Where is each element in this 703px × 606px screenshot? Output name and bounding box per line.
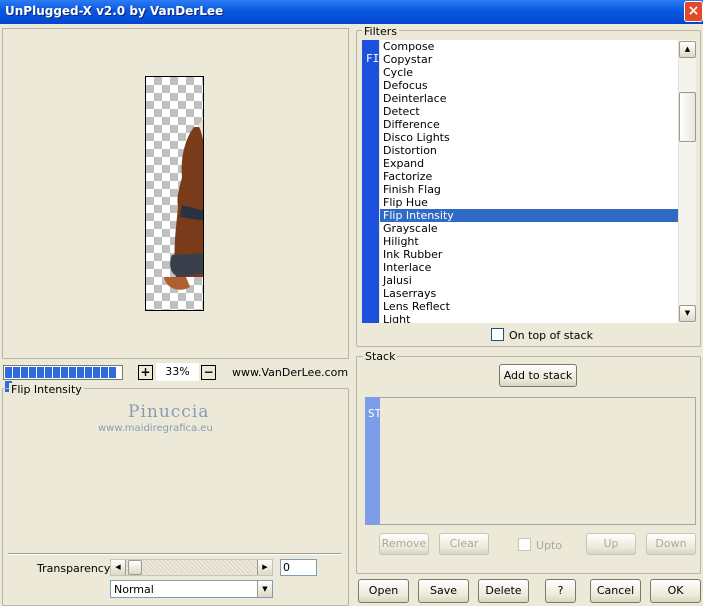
upto-checkbox[interactable] <box>518 538 531 551</box>
blend-mode-select[interactable]: Normal ▼ <box>110 580 273 598</box>
progress-segment <box>85 367 92 378</box>
slider-left-icon[interactable]: ◀ <box>111 560 126 575</box>
filter-item[interactable]: Interlace <box>380 261 678 274</box>
save-button[interactable]: Save <box>418 579 469 603</box>
progress-segment <box>101 367 108 378</box>
title-bar: UnPlugged-X v2.0 by VanDerLee × <box>0 0 703 24</box>
filter-item[interactable]: Ink Rubber <box>380 248 678 261</box>
strip-text: STACK <box>368 407 401 420</box>
filter-item[interactable]: Detect <box>380 105 678 118</box>
scroll-up-icon[interactable]: ▲ <box>679 41 696 58</box>
filter-item[interactable]: Finish Flag <box>380 183 678 196</box>
zoom-out-button[interactable]: − <box>201 365 216 380</box>
divider <box>8 553 341 555</box>
preview-image <box>145 76 204 311</box>
stack-label: Stack <box>363 350 398 363</box>
strip-text: FILTERS <box>366 52 412 65</box>
close-icon: × <box>687 3 700 19</box>
filter-item[interactable]: Expand <box>380 157 678 170</box>
filter-item[interactable]: Compose <box>380 40 678 53</box>
window-title: UnPlugged-X v2.0 by VanDerLee <box>5 4 224 18</box>
filter-item[interactable]: Hilight <box>380 235 678 248</box>
progress-segment <box>69 367 76 378</box>
ok-button[interactable]: OK <box>650 579 701 603</box>
up-button[interactable]: Up <box>586 533 636 555</box>
progress-segment <box>53 367 60 378</box>
clear-button[interactable]: Clear <box>439 533 489 555</box>
close-button[interactable]: × <box>684 1 703 22</box>
filter-item[interactable]: Lens Reflect <box>380 300 678 313</box>
filters-scrollbar[interactable]: ▲ ▼ <box>678 40 696 323</box>
open-button[interactable]: Open <box>358 579 409 603</box>
blend-mode-value: Normal <box>114 583 154 596</box>
filters-label: Filters <box>362 25 399 38</box>
filter-item[interactable]: Difference <box>380 118 678 131</box>
filters-list[interactable]: Compose Copystar Cycle Defocus Deinterlace De… <box>380 40 678 323</box>
filter-item[interactable]: Copystar <box>380 53 678 66</box>
cancel-button[interactable]: Cancel <box>590 579 641 603</box>
progress-segment <box>5 367 12 378</box>
filter-item[interactable]: Light <box>380 313 678 323</box>
progress-segment <box>21 367 28 378</box>
zoom-in-button[interactable]: + <box>138 365 153 380</box>
on-top-label: On top of stack <box>509 329 593 342</box>
filter-item[interactable]: Flip Hue <box>380 196 678 209</box>
filter-item[interactable]: Laserrays <box>380 287 678 300</box>
zoom-value: 33% <box>156 363 199 381</box>
filter-item[interactable]: Defocus <box>380 79 678 92</box>
slider-right-icon[interactable]: ▶ <box>257 560 272 575</box>
preview-figure <box>164 119 203 290</box>
filter-item[interactable]: Factorize <box>380 170 678 183</box>
filter-item[interactable]: Flip Intensity <box>380 209 678 222</box>
progress-segment <box>61 367 68 378</box>
on-top-checkbox[interactable] <box>491 328 504 341</box>
progress-segment <box>13 367 20 378</box>
progress-segment <box>77 367 84 378</box>
scroll-thumb[interactable] <box>679 92 696 142</box>
progress-segment <box>29 367 36 378</box>
transparency-label: Transparency <box>37 562 111 575</box>
website-link[interactable]: www.VanDerLee.com <box>232 366 348 379</box>
upto-label: Upto <box>536 539 563 552</box>
watermark-name: Pinuccia <box>128 402 210 422</box>
stack-strip: STACK <box>365 397 401 525</box>
filter-item[interactable]: Disco Lights <box>380 131 678 144</box>
transparency-slider[interactable]: ◀ ▶ <box>110 559 273 576</box>
progress-segment <box>45 367 52 378</box>
scroll-down-icon[interactable]: ▼ <box>679 305 696 322</box>
filter-item[interactable]: Grayscale <box>380 222 678 235</box>
transparency-input[interactable]: 0 <box>280 559 317 576</box>
filter-item[interactable]: Jalusi <box>380 274 678 287</box>
filters-strip: FILTERS <box>362 40 412 323</box>
filter-item[interactable]: Distortion <box>380 144 678 157</box>
progress-segment <box>109 367 116 378</box>
effect-panel-label: Flip Intensity <box>9 383 84 396</box>
progress-segment <box>93 367 100 378</box>
slider-thumb[interactable] <box>128 560 142 575</box>
down-button[interactable]: Down <box>646 533 696 555</box>
remove-button[interactable]: Remove <box>379 533 429 555</box>
progress-segment <box>37 367 44 378</box>
filter-item[interactable]: Deinterlace <box>380 92 678 105</box>
delete-button[interactable]: Delete <box>478 579 529 603</box>
chevron-down-icon[interactable]: ▼ <box>257 581 272 597</box>
help-button[interactable]: ? <box>545 579 576 603</box>
watermark-url: www.maidiregrafica.eu <box>98 423 213 434</box>
progress-bar <box>3 365 123 392</box>
stack-list[interactable] <box>380 397 696 525</box>
filter-item[interactable]: Cycle <box>380 66 678 79</box>
add-to-stack-button[interactable]: Add to stack <box>499 364 577 387</box>
